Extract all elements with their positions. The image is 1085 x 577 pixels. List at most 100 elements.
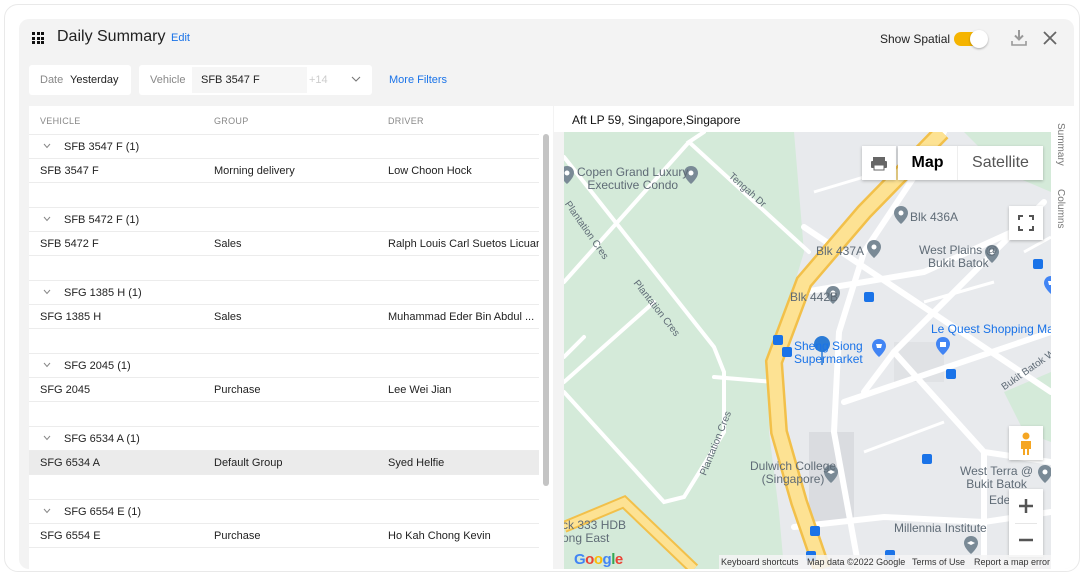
table-row[interactable]: SFG 1385 H Sales Muhammad Eder Bin Abdul .…	[29, 305, 549, 329]
more-filters-link[interactable]: More Filters	[389, 74, 447, 86]
cell-vehicle: SFG 6534 A	[40, 457, 100, 469]
map-label-west-plains: West Plains @ Bukit Batok	[919, 243, 998, 270]
chevron-down-icon[interactable]	[43, 216, 51, 222]
group-name: SFG 6554 E (1)	[64, 506, 142, 518]
column-header-group[interactable]: GROUP	[214, 116, 249, 126]
bus-stop-icon[interactable]	[1033, 259, 1043, 269]
group-name: SFG 6534 A (1)	[64, 433, 140, 445]
school-pin-icon[interactable]	[964, 536, 978, 554]
group-header[interactable]: SFB 3547 F (1)	[29, 134, 549, 159]
cell-vehicle: SFG 2045	[40, 384, 91, 396]
cell-driver: Syed Helfie	[388, 457, 445, 469]
chevron-down-icon[interactable]	[43, 362, 51, 368]
poi-pin-icon[interactable]	[867, 240, 881, 258]
printer-icon	[871, 157, 887, 171]
chevron-down-icon[interactable]	[43, 435, 51, 441]
map-label-millennia: Millennia Institute	[894, 521, 987, 535]
map-type-satellite-button[interactable]: Satellite	[958, 146, 1043, 180]
show-spatial-toggle[interactable]	[954, 30, 988, 48]
side-tab-columns[interactable]: Columns	[1055, 189, 1066, 228]
shopping-bag-pin-icon[interactable]	[936, 337, 950, 355]
side-tab-summary[interactable]: Summary	[1055, 123, 1066, 166]
bus-stop-icon[interactable]	[922, 454, 932, 464]
window-frame: Daily Summary Edit Show Spatial Date Yes…	[4, 4, 1080, 572]
pegman-icon	[1021, 432, 1031, 455]
column-header-driver[interactable]: DRIVER	[388, 116, 424, 126]
shopping-cart-pin-icon[interactable]	[872, 339, 886, 357]
poi-pin-icon[interactable]	[1038, 465, 1051, 483]
table-row[interactable]: SFG 6554 E Purchase Ho Kah Chong Kevin	[29, 524, 549, 548]
side-panel-tabs: Summary Columns	[1051, 106, 1074, 569]
table-body: SFB 3547 F (1) SFB 3547 F Morning delivery…	[29, 134, 549, 569]
google-logo[interactable]: Google	[574, 551, 623, 568]
map-view[interactable]: Copen Grand Luxury Executive Condo Tengah…	[564, 132, 1051, 569]
date-filter[interactable]: Date Yesterday	[29, 65, 131, 95]
date-filter-label: Date	[40, 74, 64, 86]
column-header-vehicle[interactable]: VEHICLE	[40, 116, 81, 126]
chevron-down-icon[interactable]	[351, 74, 361, 84]
download-icon[interactable]	[1010, 28, 1028, 48]
cell-driver: Low Choon Hock	[388, 165, 472, 177]
cell-driver: Muhammad Eder Bin Abdul ...	[388, 311, 535, 323]
table-group: SFG 2045 (1) SFG 2045 Purchase Lee Wei Jian	[29, 353, 549, 426]
zoom-out-button[interactable]	[1009, 523, 1043, 557]
cell-vehicle: SFG 6554 E	[40, 530, 101, 542]
apps-grid-icon[interactable]	[32, 32, 44, 44]
table-row[interactable]: SFG 6534 A Default Group Syed Helfie	[29, 451, 549, 475]
terms-of-use-link[interactable]: Terms of Use	[912, 557, 965, 567]
poi-pin-icon[interactable]	[564, 166, 574, 184]
fullscreen-icon	[1018, 215, 1034, 231]
chevron-down-icon[interactable]	[43, 508, 51, 514]
cell-driver: Lee Wei Jian	[388, 384, 452, 396]
edit-link[interactable]: Edit	[171, 32, 190, 44]
fullscreen-button[interactable]	[1009, 206, 1043, 240]
daily-summary-panel: Daily Summary Edit Show Spatial Date Yes…	[19, 19, 1074, 569]
table-group: SFG 6554 E (1) SFG 6554 E Purchase Ho Kah C…	[29, 499, 549, 569]
bus-stop-icon[interactable]	[810, 526, 820, 536]
chevron-down-icon[interactable]	[43, 143, 51, 149]
vehicle-filter[interactable]: Vehicle SFB 3547 F +14	[139, 65, 372, 95]
vehicle-filter-label: Vehicle	[150, 74, 186, 86]
cell-group: Default Group	[214, 457, 283, 469]
zoom-in-button[interactable]	[1009, 489, 1043, 523]
table-group: SFB 5472 F (1) SFB 5472 F Sales Ralph Louis…	[29, 207, 549, 280]
keyboard-shortcuts-link[interactable]: Keyboard shortcuts	[721, 557, 799, 567]
vehicle-extra-count: +14	[309, 74, 328, 86]
chevron-down-icon[interactable]	[43, 289, 51, 295]
minus-icon	[1019, 538, 1033, 542]
vehicle-table: VEHICLE GROUP DRIVER SFB 3547 F (1) SFB 3…	[29, 106, 552, 569]
table-row[interactable]: SFB 3547 F Morning delivery Low Choon Hock	[29, 159, 549, 183]
map-label-blk437a: Blk 437A	[816, 244, 865, 258]
zoom-control	[1009, 489, 1043, 557]
shopping-cart-pin-icon[interactable]	[1044, 276, 1051, 294]
group-name: SFG 1385 H (1)	[64, 287, 142, 299]
bus-stop-icon[interactable]	[782, 347, 792, 357]
location-address-bar: Aft LP 59, Singapore,Singapore	[554, 106, 1051, 132]
street-view-pegman-button[interactable]	[1009, 426, 1043, 460]
map-type-map-button[interactable]: Map	[898, 146, 958, 180]
map-label-blk442b: Blk 442B	[790, 290, 839, 304]
cell-vehicle: SFB 3547 F	[40, 165, 99, 177]
bus-stop-icon[interactable]	[864, 292, 874, 302]
bus-stop-icon[interactable]	[946, 369, 956, 379]
bus-stop-icon[interactable]	[773, 335, 783, 345]
group-name: SFB 5472 F (1)	[64, 214, 140, 226]
cell-group: Purchase	[214, 384, 261, 396]
table-row[interactable]: SFB 5472 F Sales Ralph Louis Carl Suetos L…	[29, 232, 549, 256]
group-header[interactable]: SFG 1385 H (1)	[29, 280, 549, 305]
group-header[interactable]: SFG 6554 E (1)	[29, 499, 549, 524]
page-title: Daily Summary	[57, 28, 166, 45]
cell-group: Morning delivery	[214, 165, 295, 177]
map-label-dulwich: Dulwich College (Singapore)	[750, 459, 837, 486]
cell-vehicle: SFG 1385 H	[40, 311, 102, 323]
group-header[interactable]: SFG 2045 (1)	[29, 353, 549, 378]
group-header[interactable]: SFB 5472 F (1)	[29, 207, 549, 232]
date-filter-value: Yesterday	[70, 74, 119, 86]
table-scrollbar[interactable]	[543, 134, 549, 486]
print-map-button[interactable]	[862, 146, 896, 180]
report-map-error-link[interactable]: Report a map error	[974, 557, 1050, 567]
table-row[interactable]: SFG 2045 Purchase Lee Wei Jian	[29, 378, 549, 402]
group-header[interactable]: SFG 6534 A (1)	[29, 426, 549, 451]
poi-pin-icon[interactable]	[894, 206, 908, 224]
close-icon[interactable]	[1040, 28, 1060, 48]
